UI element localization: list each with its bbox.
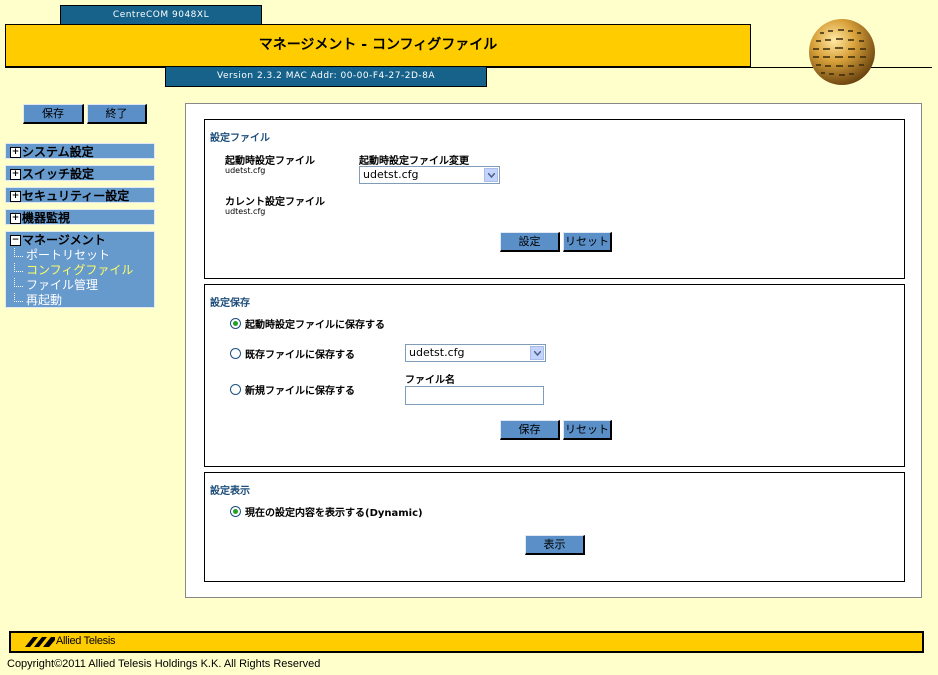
nav-security-settings[interactable]: + セキュリティー設定: [5, 187, 155, 203]
nav-sub-label: ポートリセット: [26, 248, 111, 262]
dropdown-arrow-icon[interactable]: [484, 168, 498, 182]
version-tab: Version 2.3.2 MAC Addr: 00-00-F4-27-2D-8…: [165, 66, 487, 87]
section-title: 設定保存: [210, 298, 250, 309]
select-value: udetst.cfg: [409, 346, 465, 359]
tree-branch: [14, 293, 23, 302]
nav-system-settings[interactable]: + システム設定: [5, 143, 155, 159]
nav-reboot[interactable]: 再起動: [6, 293, 154, 308]
reset-button-label: リセット: [565, 235, 609, 248]
show-button[interactable]: 表示: [525, 535, 585, 555]
nav-file-management[interactable]: ファイル管理: [6, 278, 154, 293]
show-dynamic-label: 現在の設定内容を表示する(Dynamic): [245, 508, 423, 519]
product-name: CentreCOM 9048XL: [112, 10, 210, 20]
version-info: Version 2.3.2 MAC Addr: 00-00-F4-27-2D-8…: [216, 71, 436, 81]
nav-sub-label: 再起動: [26, 293, 63, 307]
exit-button[interactable]: 終了: [87, 104, 147, 124]
config-save-section: 設定保存 起動時設定ファイルに保存する 既存ファイルに保存する udetst.c…: [204, 284, 905, 467]
current-file-value: udtest.cfg: [225, 207, 266, 216]
expand-icon: +: [10, 169, 21, 180]
startup-file-value: udetst.cfg: [225, 166, 266, 175]
footer-bar: Allied Telesis: [9, 631, 924, 653]
expand-icon: +: [10, 213, 21, 224]
save-reset-button[interactable]: リセット: [563, 420, 612, 440]
save-new-label: 新規ファイルに保存する: [245, 386, 355, 397]
config-show-section: 設定表示 現在の設定内容を表示する(Dynamic) 表示: [204, 472, 905, 582]
save-config-button[interactable]: 保存: [500, 420, 560, 440]
config-file-section: 設定ファイル 起動時設定ファイル udetst.cfg 起動時設定ファイル変更 …: [204, 119, 905, 279]
reset-button[interactable]: リセット: [563, 232, 612, 252]
expand-icon: +: [10, 191, 21, 202]
startup-file-select[interactable]: udetst.cfg: [359, 166, 500, 184]
section-title: 設定ファイル: [210, 133, 270, 144]
page-title-bar: マネージメント - コンフィグファイル: [5, 24, 751, 67]
tree-branch: [14, 278, 23, 287]
nav-label: システム設定: [22, 145, 94, 159]
save-button[interactable]: 保存: [23, 104, 84, 124]
nav-label: マネージメント: [22, 233, 106, 247]
save-startup-radio[interactable]: [230, 318, 241, 329]
filename-input[interactable]: [405, 386, 544, 405]
expand-icon: +: [10, 147, 21, 158]
show-dynamic-radio[interactable]: [230, 506, 241, 517]
save-existing-radio[interactable]: [230, 348, 241, 359]
save-existing-label: 既存ファイルに保存する: [245, 350, 355, 361]
show-button-label: 表示: [543, 538, 566, 551]
globe-logo-icon: [808, 18, 876, 86]
save-config-button-label: 保存: [518, 423, 541, 436]
save-button-label: 保存: [42, 107, 64, 120]
save-startup-label: 起動時設定ファイルに保存する: [245, 320, 385, 331]
nav-label: セキュリティー設定: [22, 189, 130, 203]
tree-branch: [14, 263, 23, 272]
allied-telesis-logo-icon: [25, 636, 55, 651]
existing-file-select[interactable]: udetst.cfg: [405, 344, 546, 362]
save-reset-button-label: リセット: [565, 423, 609, 436]
nav-config-file[interactable]: コンフィグファイル: [6, 263, 154, 278]
copyright: Copyright©2011 Allied Telesis Holdings K…: [7, 658, 321, 670]
nav-label: スイッチ設定: [22, 167, 95, 181]
nav-label: 機器監視: [22, 211, 71, 225]
nav-management-group: − マネージメント ポートリセット コンフィグファイル ファイル管理 再起動: [5, 231, 155, 308]
exit-button-label: 終了: [105, 107, 128, 120]
startup-change-label: 起動時設定ファイル変更: [359, 156, 469, 167]
tree-branch: [14, 248, 23, 257]
set-button-label: 設定: [518, 235, 541, 248]
page-title: マネージメント - コンフィグファイル: [258, 37, 498, 53]
startup-file-label: 起動時設定ファイル: [225, 156, 315, 167]
filename-label: ファイル名: [405, 375, 455, 386]
nav-port-reset[interactable]: ポートリセット: [6, 248, 154, 263]
product-tab: CentreCOM 9048XL: [60, 5, 262, 25]
current-file-label: カレント設定ファイル: [225, 197, 325, 208]
dropdown-arrow-icon[interactable]: [530, 346, 544, 360]
save-new-radio[interactable]: [230, 384, 241, 395]
select-value: udetst.cfg: [363, 168, 419, 181]
collapse-icon: −: [10, 235, 21, 246]
footer-logo-text: Allied Telesis: [56, 635, 116, 647]
set-button[interactable]: 設定: [500, 232, 560, 252]
nav-device-monitor[interactable]: + 機器監視: [5, 209, 155, 225]
nav-sub-label: ファイル管理: [26, 278, 99, 292]
nav-management[interactable]: − マネージメント: [6, 232, 154, 248]
nav-switch-settings[interactable]: + スイッチ設定: [5, 165, 155, 181]
section-title: 設定表示: [210, 486, 250, 497]
nav-sub-label: コンフィグファイル: [26, 263, 134, 277]
